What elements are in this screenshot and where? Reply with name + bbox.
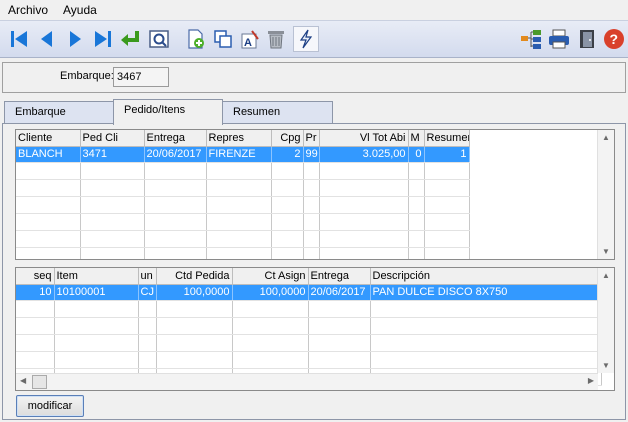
cell-repres: FIRENZE bbox=[206, 146, 272, 164]
column-header[interactable]: Descripción bbox=[370, 268, 602, 285]
scroll-thumb[interactable] bbox=[32, 375, 47, 389]
scroll-left-icon[interactable]: ◀ bbox=[20, 376, 26, 385]
next-record-icon[interactable] bbox=[62, 26, 88, 52]
preview-icon[interactable] bbox=[146, 26, 172, 52]
scroll-right-icon[interactable]: ▶ bbox=[588, 376, 594, 385]
cell-entrega: 20/06/2017 bbox=[144, 146, 207, 164]
trash-icon[interactable] bbox=[263, 26, 289, 52]
column-header[interactable]: Pr bbox=[303, 130, 320, 147]
cell-descripcion: PAN DULCE DISCO 8X750 bbox=[370, 284, 602, 302]
cell-item: 10100001 bbox=[54, 284, 139, 302]
column-header[interactable]: Ped Cli bbox=[80, 130, 145, 147]
column-header[interactable]: Cliente bbox=[16, 130, 81, 147]
table-row[interactable] bbox=[16, 351, 602, 369]
orders-vertical-scrollbar[interactable]: ▲ ▼ bbox=[597, 130, 614, 259]
embarque-label: Embarque: bbox=[60, 70, 114, 82]
column-header[interactable]: Item bbox=[54, 268, 139, 285]
items-vertical-scrollbar[interactable]: ▲ ▼ bbox=[597, 268, 614, 373]
tab-resumen[interactable]: Resumen bbox=[222, 101, 333, 123]
network-icon[interactable] bbox=[518, 26, 544, 52]
print-icon[interactable] bbox=[546, 26, 572, 52]
enter-icon[interactable] bbox=[117, 26, 143, 52]
menu-ayuda[interactable]: Ayuda bbox=[63, 3, 97, 17]
cell-un: CJ bbox=[138, 284, 157, 302]
items-horizontal-scrollbar[interactable]: ◀ ▶ bbox=[16, 373, 598, 390]
table-row[interactable]: 10 10100001 CJ 100,0000 100,0000 20/06/2… bbox=[16, 284, 602, 302]
column-header[interactable]: Ct Asign bbox=[232, 268, 309, 285]
tab-pedido-itens[interactable]: Pedido/Itens bbox=[113, 99, 223, 125]
column-header[interactable]: Vl Tot Abi bbox=[319, 130, 409, 147]
table-row[interactable] bbox=[16, 213, 470, 231]
column-header[interactable]: Repres bbox=[206, 130, 272, 147]
column-header[interactable]: seq bbox=[16, 268, 55, 285]
scroll-up-icon[interactable]: ▲ bbox=[602, 271, 610, 280]
table-row[interactable] bbox=[16, 317, 602, 336]
orders-grid: Cliente Ped Cli Entrega Repres Cpg Pr Vl… bbox=[15, 129, 615, 260]
cell-m: 0 bbox=[408, 146, 425, 164]
embarque-field[interactable]: 3467 bbox=[113, 67, 169, 87]
copy-icon[interactable] bbox=[210, 26, 236, 52]
last-record-icon[interactable] bbox=[90, 26, 116, 52]
column-header[interactable]: Ctd Pedida bbox=[156, 268, 233, 285]
table-row[interactable] bbox=[16, 300, 602, 319]
cell-entrega: 20/06/2017 bbox=[308, 284, 371, 302]
cell-pr: 99 bbox=[303, 146, 320, 164]
table-row[interactable] bbox=[16, 162, 470, 181]
table-row[interactable] bbox=[16, 334, 602, 353]
cell-cpg: 2 bbox=[271, 146, 304, 164]
column-header[interactable]: Resumen bbox=[424, 130, 470, 147]
items-header-row: seq Item un Ctd Pedida Ct Asign Entrega … bbox=[16, 268, 602, 285]
table-row[interactable] bbox=[16, 230, 470, 248]
cell-vl-tot-abi: 3.025,00 bbox=[319, 146, 409, 164]
scroll-up-icon[interactable]: ▲ bbox=[602, 133, 610, 142]
column-header[interactable]: un bbox=[138, 268, 157, 285]
cell-ped-cli: 3471 bbox=[80, 146, 145, 164]
new-document-icon[interactable] bbox=[183, 26, 209, 52]
svg-text:?: ? bbox=[610, 31, 619, 47]
column-header[interactable]: Entrega bbox=[308, 268, 371, 285]
menu-archivo[interactable]: Archivo bbox=[8, 3, 48, 17]
lightning-icon[interactable] bbox=[293, 26, 319, 52]
toolbar: A ? bbox=[0, 20, 628, 58]
orders-header-row: Cliente Ped Cli Entrega Repres Cpg Pr Vl… bbox=[16, 130, 470, 147]
cell-ctd-pedida: 100,0000 bbox=[156, 284, 233, 302]
table-row[interactable]: BLANCH 3471 20/06/2017 FIRENZE 2 99 3.02… bbox=[16, 146, 470, 164]
cell-cliente: BLANCH bbox=[16, 146, 81, 164]
items-grid: seq Item un Ctd Pedida Ct Asign Entrega … bbox=[15, 267, 615, 391]
column-header[interactable]: Cpg bbox=[271, 130, 304, 147]
help-icon[interactable]: ? bbox=[601, 26, 627, 52]
cell-ct-asign: 100,0000 bbox=[232, 284, 309, 302]
modificar-button[interactable]: modificar bbox=[16, 395, 84, 417]
table-row[interactable] bbox=[16, 196, 470, 215]
column-header[interactable]: M bbox=[408, 130, 425, 147]
table-row[interactable] bbox=[16, 179, 470, 198]
cell-seq: 10 bbox=[16, 284, 55, 302]
svg-text:A: A bbox=[244, 37, 252, 49]
tab-embarque[interactable]: Embarque bbox=[4, 101, 114, 123]
text-format-icon[interactable]: A bbox=[237, 26, 263, 52]
first-record-icon[interactable] bbox=[6, 26, 32, 52]
cell-resumen: 1 bbox=[424, 146, 470, 164]
exit-door-icon[interactable] bbox=[574, 26, 600, 52]
scroll-down-icon[interactable]: ▼ bbox=[602, 247, 610, 256]
previous-record-icon[interactable] bbox=[34, 26, 60, 52]
column-header[interactable]: Entrega bbox=[144, 130, 207, 147]
table-row[interactable] bbox=[16, 247, 470, 259]
menu-bar: Archivo Ayuda bbox=[0, 0, 628, 19]
scroll-down-icon[interactable]: ▼ bbox=[602, 361, 610, 370]
